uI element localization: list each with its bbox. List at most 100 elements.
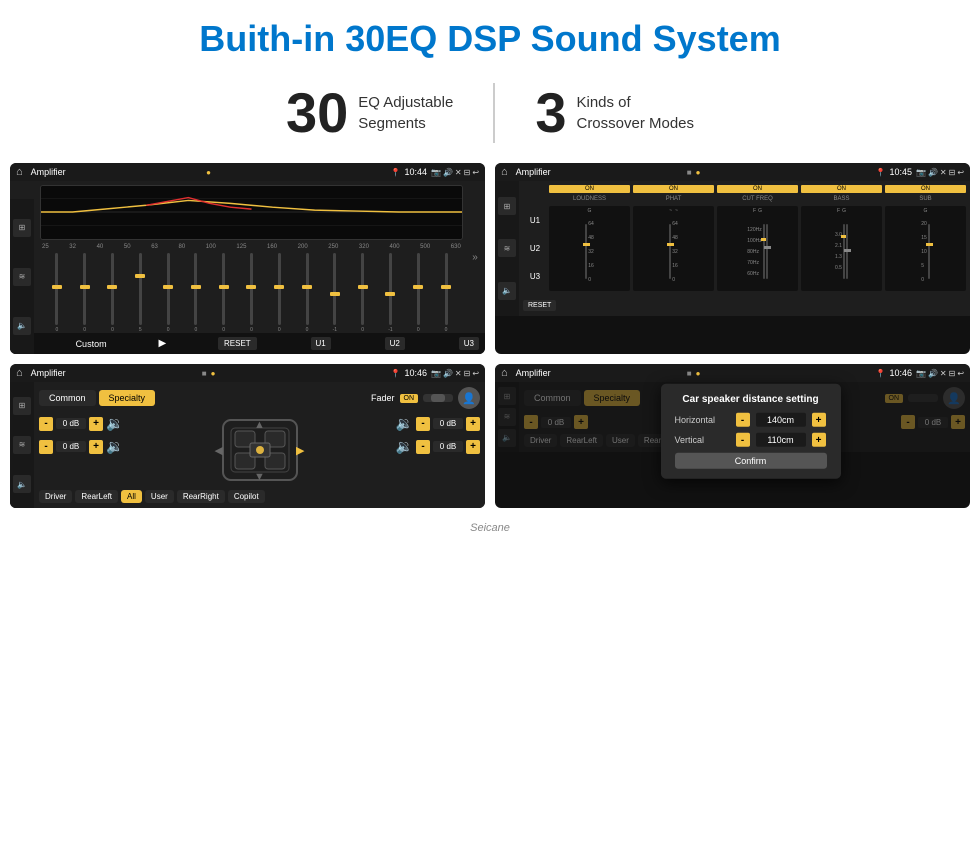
- xo-side-btn-2[interactable]: ≋: [498, 239, 516, 257]
- sp-btn-rear-left[interactable]: RearLeft: [75, 490, 118, 503]
- xo-slider-cutfreq-1[interactable]: [763, 224, 765, 279]
- back-icon-1[interactable]: ↩: [472, 168, 479, 177]
- xo-side-btn-3[interactable]: 🔈: [498, 282, 516, 300]
- back-icon-4[interactable]: ↩: [957, 369, 964, 378]
- sp-btn-user[interactable]: User: [145, 490, 174, 503]
- xo-col-phat: ~~ 644832160: [633, 206, 714, 291]
- sp-side-btn-1[interactable]: ⊞: [13, 397, 31, 415]
- xo-reset-btn[interactable]: RESET: [523, 300, 556, 311]
- eq-slider-3[interactable]: 5: [127, 253, 153, 333]
- car-diagram: ▲ ▼ ◀ ▶: [215, 415, 305, 485]
- sp-val-lb: 0 dB: [56, 441, 86, 452]
- speaker-icon-rt: 🔉: [396, 415, 413, 432]
- sp-plus-lt[interactable]: +: [89, 417, 103, 431]
- sp-btn-driver[interactable]: Driver: [39, 490, 72, 503]
- ch-on-bass[interactable]: ON: [801, 185, 882, 193]
- u-label-3[interactable]: U3: [530, 272, 540, 281]
- sp-plus-lb[interactable]: +: [89, 440, 103, 454]
- screen4-title: Amplifier: [516, 368, 683, 378]
- eq-side-btn-2[interactable]: ≋: [13, 268, 31, 286]
- u-label-1[interactable]: U1: [530, 216, 540, 225]
- nav-arrow-down[interactable]: ▼: [254, 471, 265, 483]
- dialog-horizontal-minus[interactable]: -: [736, 413, 750, 427]
- eq-preset-name: Custom: [76, 339, 107, 349]
- xo-side-btn-1[interactable]: ⊞: [498, 197, 516, 215]
- back-icon-2[interactable]: ↩: [957, 168, 964, 177]
- xo-slider-cutfreq-2[interactable]: [766, 224, 768, 279]
- eq-next-btn[interactable]: ▶: [158, 338, 166, 349]
- sp-minus-lb[interactable]: -: [39, 440, 53, 454]
- dialog-confirm-btn[interactable]: Confirm: [675, 453, 827, 469]
- sp-minus-rb[interactable]: -: [416, 440, 430, 454]
- nav-arrow-up[interactable]: ▲: [254, 419, 265, 431]
- eq-slider-2[interactable]: 0: [100, 253, 126, 333]
- dialog-horizontal-plus[interactable]: +: [812, 413, 826, 427]
- eq-slider-5[interactable]: 0: [183, 253, 209, 333]
- dist-side-btn-3: 🔈: [498, 429, 516, 447]
- avatar-icon-3[interactable]: 👤: [458, 387, 480, 409]
- eq-slider-4[interactable]: 0: [155, 253, 181, 333]
- xo-slider-phat-1[interactable]: [669, 224, 671, 279]
- nav-arrow-left[interactable]: ◀: [215, 445, 223, 457]
- nav-arrow-right[interactable]: ▶: [296, 445, 304, 457]
- eq-slider-13[interactable]: 0: [405, 253, 431, 333]
- status-bar-3: ⌂ Amplifier ■ ● 📍 10:46 📷 🔊 ✕ ⊟ ↩: [10, 364, 485, 382]
- sp4-val-lt: 0 dB: [541, 417, 571, 428]
- eq-sliders: 0 0 0 5: [40, 253, 463, 333]
- xo-slider-bass-2[interactable]: [846, 224, 848, 279]
- eq-slider-14[interactable]: 0: [433, 253, 459, 333]
- eq-u1-btn[interactable]: U1: [311, 337, 331, 350]
- ch-on-cutfreq[interactable]: ON: [717, 185, 798, 193]
- eq-slider-6[interactable]: 0: [211, 253, 237, 333]
- sp-minus-lt[interactable]: -: [39, 417, 53, 431]
- eq-slider-10[interactable]: -1: [322, 253, 348, 333]
- eq-slider-11[interactable]: 0: [350, 253, 376, 333]
- dialog-vertical-plus[interactable]: +: [812, 433, 826, 447]
- tab-specialty-4: Specialty: [584, 390, 641, 406]
- screen3-on-badge[interactable]: ON: [400, 394, 419, 403]
- tab-specialty-3[interactable]: Specialty: [99, 390, 156, 406]
- page-title: Buith-in 30EQ DSP Sound System: [0, 0, 980, 70]
- eq-u2-btn[interactable]: U2: [385, 337, 405, 350]
- avatar-icon-4: 👤: [943, 387, 965, 409]
- sp4-btn-driver: Driver: [524, 434, 557, 447]
- eq-side-btn-1[interactable]: ⊞: [13, 219, 31, 237]
- screen1-time: 10:44: [404, 167, 427, 177]
- fader-slider-3[interactable]: [423, 394, 453, 402]
- xo-slider-loudness-1[interactable]: [585, 224, 587, 279]
- location-icon-2: 📍: [875, 168, 885, 177]
- sp-side-btn-3[interactable]: 🔈: [13, 475, 31, 493]
- stats-row: 30 EQ Adjustable Segments 3 Kinds of Cro…: [0, 70, 980, 163]
- eq-u3-btn[interactable]: U3: [459, 337, 479, 350]
- sp-plus-rt[interactable]: +: [466, 417, 480, 431]
- ch-on-phat[interactable]: ON: [633, 185, 714, 193]
- eq-slider-12[interactable]: -1: [378, 253, 404, 333]
- eq-slider-7[interactable]: 0: [239, 253, 265, 333]
- sp-minus-rt[interactable]: -: [416, 417, 430, 431]
- u-label-2[interactable]: U2: [530, 244, 540, 253]
- eq-next-arrow[interactable]: »: [472, 252, 478, 263]
- eq-slider-0[interactable]: 0: [44, 253, 70, 333]
- eq-side-btn-3[interactable]: 🔈: [13, 317, 31, 335]
- ch-on-sub[interactable]: ON: [885, 185, 966, 193]
- screen1-title: Amplifier: [31, 167, 202, 177]
- xo-slider-bass-1[interactable]: [843, 224, 845, 279]
- dialog-vertical-minus[interactable]: -: [736, 433, 750, 447]
- home-icon-4[interactable]: ⌂: [501, 367, 508, 379]
- ch-on-loudness[interactable]: ON: [549, 185, 630, 193]
- sp-btn-all[interactable]: All: [121, 490, 142, 503]
- sp-btn-rear-right[interactable]: RearRight: [177, 490, 225, 503]
- eq-slider-9[interactable]: 0: [294, 253, 320, 333]
- sp-plus-rb[interactable]: +: [466, 440, 480, 454]
- eq-slider-1[interactable]: 0: [72, 253, 98, 333]
- sp-side-btn-2[interactable]: ≋: [13, 436, 31, 454]
- home-icon-3[interactable]: ⌂: [16, 367, 23, 379]
- back-icon-3[interactable]: ↩: [472, 369, 479, 378]
- tab-common-3[interactable]: Common: [39, 390, 96, 406]
- eq-reset-btn[interactable]: RESET: [218, 337, 257, 350]
- eq-slider-8[interactable]: 0: [266, 253, 292, 333]
- home-icon-2[interactable]: ⌂: [501, 166, 508, 178]
- sp-btn-copilot[interactable]: Copilot: [228, 490, 265, 503]
- home-icon-1[interactable]: ⌂: [16, 166, 23, 178]
- xo-slider-sub-1[interactable]: [928, 224, 930, 279]
